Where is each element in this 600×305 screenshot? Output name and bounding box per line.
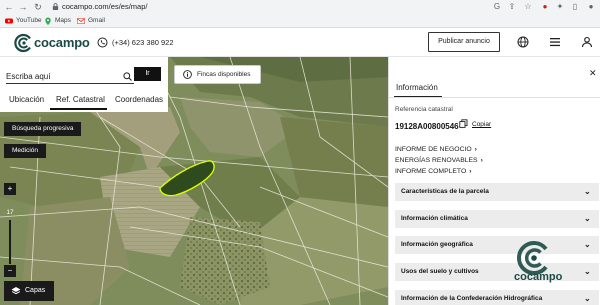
close-panel-icon[interactable]: ✕ [589,68,597,78]
link-energias-renovables[interactable]: ENERGÍAS RENOVABLES › [395,156,483,165]
chevron-right-icon: › [474,146,477,153]
forward-icon[interactable]: → [18,2,28,12]
chevron-down-icon: ⌄ [584,187,591,196]
busqueda-progresiva-button[interactable]: Búsqueda progresiva [4,122,82,136]
search-icon[interactable] [123,72,132,81]
info-icon [183,70,192,79]
bookmark-star-icon[interactable]: ☆ [523,2,533,12]
ref-catastral-value: 19128A00800546 [395,122,459,131]
tab-ref-catastral[interactable]: Ref. Catastral [56,95,105,105]
globe-icon[interactable] [517,36,529,48]
section-caracteristicas[interactable]: Características de la parcela ⌄ [395,183,599,201]
menu-icon[interactable] [549,36,561,48]
go-button[interactable]: Ir [134,67,161,81]
profile-icon[interactable]: ● [586,2,596,12]
site-header: cocampo (+34) 623 380 922 Publicar anunc… [0,28,600,57]
whatsapp-icon [97,37,108,48]
zoom-slider-track[interactable] [9,220,11,264]
extension-icon[interactable]: ● [540,2,550,12]
share-icon[interactable]: ⇪ [507,2,517,12]
bookmarks-bar: YouTube Maps Gmail [0,14,600,28]
panel-divider [388,97,600,98]
zoom-in-button[interactable]: + [4,183,16,195]
chevron-down-icon: ⌄ [584,294,591,303]
layers-icon [11,287,21,295]
sidepanel-icon[interactable]: ▯ [570,2,580,12]
panel-title[interactable]: Información [396,83,438,93]
gmail-icon [77,18,85,24]
search-input[interactable] [6,70,134,84]
phone-number[interactable]: (+34) 623 380 922 [112,37,174,48]
zoom-level: 17 [6,209,14,216]
medicion-button[interactable]: Medición [4,144,47,158]
zoom-out-button[interactable]: − [4,265,16,277]
fincas-label: Fincas disponibles [197,71,251,78]
back-icon[interactable]: ← [4,2,14,12]
section-info-geografica[interactable]: Información geográfica ⌄ [395,236,599,254]
section-info-climatica[interactable]: Información climática ⌄ [395,210,599,228]
link-informe-negocio[interactable]: INFORME DE NEGOCIO › [395,145,477,154]
chevron-down-icon: ⌄ [584,214,591,223]
cocampo-logo-icon[interactable] [14,33,34,53]
chevron-right-icon: › [469,168,472,175]
bookmark-maps[interactable]: Maps [44,16,71,26]
copy-icon[interactable] [459,119,468,128]
link-informe-completo[interactable]: INFORME COMPLETO › [395,167,472,176]
active-tab-indicator [50,108,107,110]
publish-listing-button[interactable]: Publicar anuncio [428,32,500,52]
youtube-icon [5,18,13,24]
capas-label: Capas [25,287,46,294]
section-usos-suelo[interactable]: Usos del suelo y cultivos ⌄ [395,263,599,281]
logo-text[interactable]: cocampo [34,35,90,51]
section-confederacion[interactable]: Información de la Confederación Hidrográ… [395,290,599,305]
address-bar[interactable]: cocampo.com/es/es/map/ [50,1,490,13]
copy-button[interactable]: Copiar [472,121,491,129]
extensions-puzzle-icon[interactable]: ✦ [555,2,565,12]
tab-coordenadas[interactable]: Coordenadas [115,95,163,105]
chevron-right-icon: › [480,157,483,164]
reload-icon[interactable]: ↻ [33,2,43,12]
watermark-text: cocampo [514,271,563,283]
lock-icon [52,3,59,10]
chevron-down-icon: ⌄ [584,240,591,249]
chevron-down-icon: ⌄ [584,267,591,276]
ref-catastral-label: Referencia catastral [395,106,453,113]
bookmark-gmail[interactable]: Gmail [77,16,105,26]
user-icon[interactable] [581,36,593,48]
maps-icon [45,17,51,25]
browser-chrome: ← → ↻ cocampo.com/es/es/map/ G ⇪ ☆ ● ✦ ▯… [0,0,600,28]
capas-button[interactable]: Capas [4,281,54,301]
url-text: cocampo.com/es/es/map/ [62,2,148,11]
fincas-disponibles-button[interactable]: Fincas disponibles [174,65,261,84]
tab-ubicacion[interactable]: Ubicación [9,95,44,105]
google-icon[interactable]: G [492,2,502,12]
bookmark-youtube[interactable]: YouTube [5,16,42,26]
